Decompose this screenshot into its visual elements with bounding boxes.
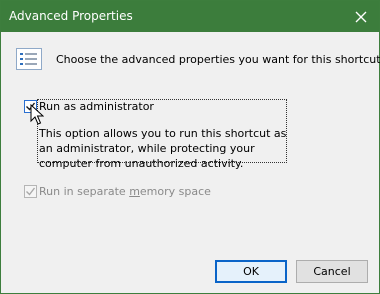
advanced-properties-dialog: Advanced Properties Choose the advanced … — [0, 0, 380, 294]
title-bar[interactable]: Advanced Properties — [1, 1, 379, 32]
run-as-admin-description: This option allows you to run this short… — [39, 127, 287, 170]
dialog-instruction: Choose the advanced properties you want … — [56, 53, 380, 66]
checkmark-icon — [26, 187, 36, 196]
separate-memory-checkbox[interactable] — [24, 185, 37, 198]
separate-memory-label: Run in separate memory space — [39, 185, 211, 198]
dialog-title: Advanced Properties — [9, 9, 133, 23]
checklist-icon — [16, 48, 42, 70]
close-icon — [355, 11, 367, 22]
memory-label-part2: emory space — [139, 185, 211, 198]
ok-button[interactable]: OK — [215, 260, 287, 283]
close-button[interactable] — [343, 1, 379, 32]
run-as-admin-label[interactable]: Run as administrator — [39, 100, 154, 113]
memory-label-part1: Run in separate — [39, 185, 130, 198]
memory-label-mnemonic: m — [129, 185, 140, 198]
mouse-cursor-icon — [30, 104, 44, 125]
cancel-button[interactable]: Cancel — [296, 260, 368, 283]
